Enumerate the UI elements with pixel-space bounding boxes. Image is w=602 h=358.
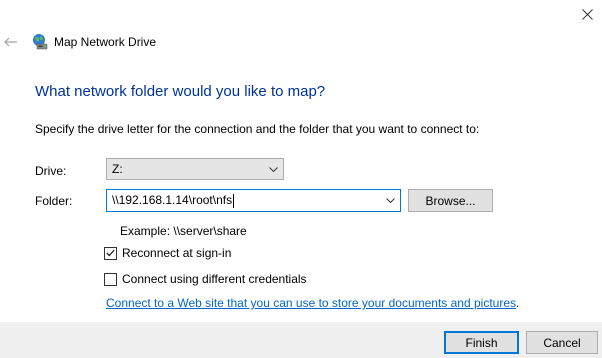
map-network-drive-window: Map Network Drive What network folder wo… [0,0,602,358]
back-button[interactable] [2,34,20,50]
browse-button[interactable]: Browse... [408,189,493,212]
page-heading: What network folder would you like to ma… [35,83,326,100]
reconnect-option[interactable]: Reconnect at sign-in [104,246,231,260]
folder-input-value: \\192.168.1.14\root\nfs [112,193,233,208]
drive-select[interactable]: Z: [106,158,284,180]
credentials-checkbox[interactable] [104,272,117,286]
credentials-label: Connect using different credentials [122,272,307,286]
reconnect-label: Reconnect at sign-in [122,246,232,260]
chevron-down-icon [263,159,283,179]
network-drive-icon [33,34,48,50]
chevron-down-icon [385,198,395,203]
folder-dropdown-button[interactable] [380,190,400,211]
drive-label: Drive: [35,164,67,178]
drive-select-value: Z: [112,162,123,176]
folder-label: Folder: [35,194,73,208]
example-text: Example: \\server\share [120,224,247,238]
link-period: . [516,296,520,310]
close-icon [581,8,593,20]
window-title: Map Network Drive [54,35,157,49]
close-button[interactable] [575,3,599,25]
folder-input[interactable]: \\192.168.1.14\root\nfs [106,189,401,212]
reconnect-checkbox[interactable] [104,246,117,260]
finish-button[interactable]: Finish [444,331,519,354]
web-site-link[interactable]: Connect to a Web site that you can use t… [106,296,516,310]
credentials-option[interactable]: Connect using different credentials [104,272,307,286]
text-caret [233,193,235,208]
back-arrow-icon [4,37,17,47]
cancel-button[interactable]: Cancel [526,331,598,354]
checkmark-icon [106,249,115,257]
instruction-text: Specify the drive letter for the connect… [35,122,480,136]
web-site-link-row: Connect to a Web site that you can use t… [106,296,519,310]
